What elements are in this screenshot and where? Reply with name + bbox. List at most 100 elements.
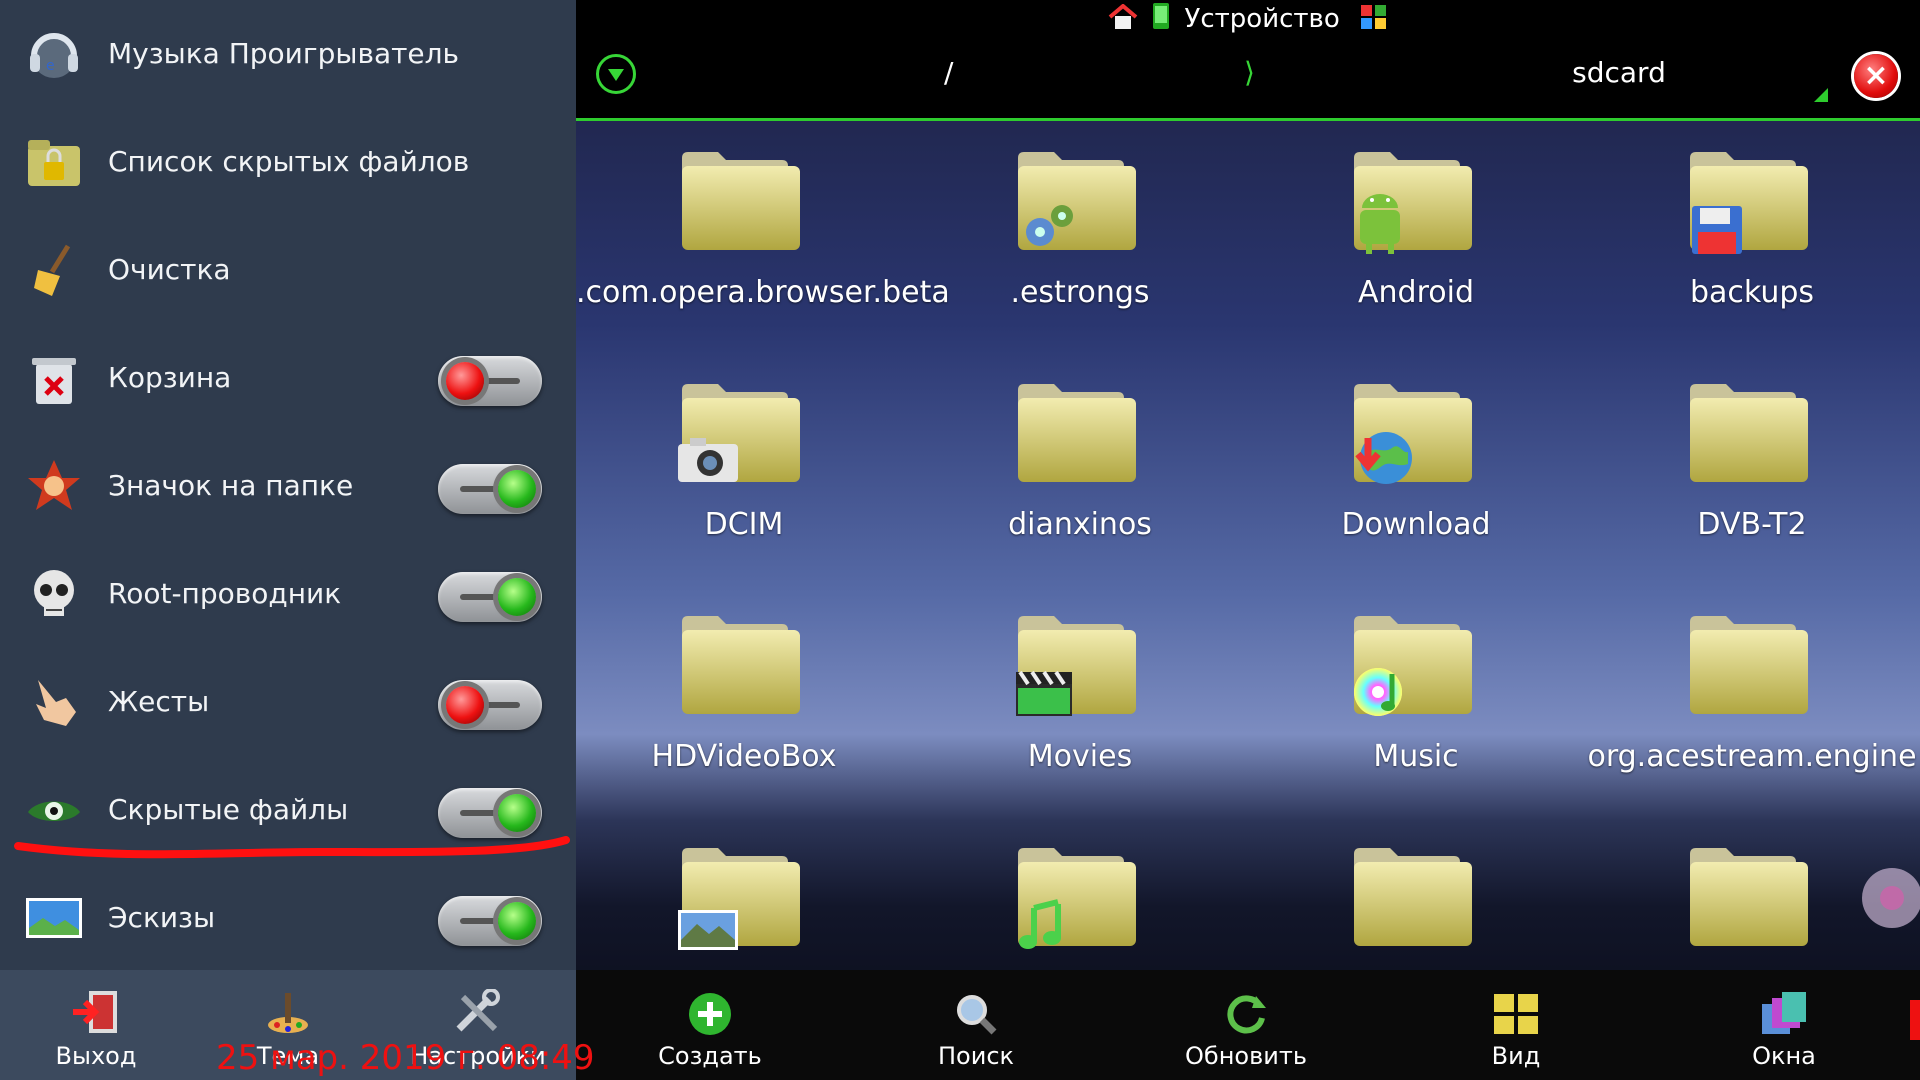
- folder-name: dianxinos: [1008, 507, 1152, 542]
- path-root[interactable]: /: [944, 56, 953, 89]
- datetime-overlay: 25 мар. 2019 г. 08:49: [216, 1038, 595, 1078]
- sidebar-item-hidden-list[interactable]: Список скрытых файлов: [0, 108, 576, 216]
- more-arrow-icon[interactable]: [1910, 1000, 1920, 1040]
- sidebar-item-label: Музыка Проигрыватель: [108, 37, 460, 70]
- path-dropdown-corner-icon[interactable]: [1814, 88, 1828, 102]
- folder-name: HDVideoBox: [651, 739, 837, 774]
- refresh-icon: [1218, 990, 1274, 1038]
- create-button[interactable]: Создать: [610, 970, 810, 1080]
- sidebar-item-cleanup[interactable]: Очистка: [0, 216, 576, 324]
- folder-item[interactable]: .com.opera.browser.beta: [576, 126, 950, 356]
- hand-icon: [24, 670, 84, 734]
- folder-name: .estrongs: [1010, 275, 1150, 310]
- svg-text:e: e: [46, 58, 55, 74]
- folder-item[interactable]: backups: [1584, 126, 1920, 356]
- gears-folder-icon: [1012, 136, 1142, 256]
- folder-badge-toggle[interactable]: [438, 464, 542, 514]
- eye-icon: [24, 778, 84, 842]
- exit-icon: [68, 988, 124, 1036]
- sidebar-item-label: Список скрытых файлов: [108, 145, 470, 178]
- sidebar-item-recycle-bin[interactable]: Корзина: [0, 324, 576, 432]
- folder-item[interactable]: Music: [1248, 590, 1584, 820]
- thumbnails-toggle[interactable]: [438, 896, 542, 946]
- refresh-label: Обновить: [1185, 1042, 1307, 1070]
- folder-item[interactable]: DCIM: [576, 358, 912, 588]
- add-icon: [682, 990, 738, 1038]
- folder-item[interactable]: Movies: [912, 590, 1248, 820]
- create-label: Создать: [658, 1042, 762, 1070]
- folder-name: org.acestream.engine: [1587, 739, 1917, 774]
- sidebar-item-label: Жесты: [108, 685, 210, 718]
- root-explorer-toggle[interactable]: [438, 572, 542, 622]
- settings-tools-icon: [450, 988, 506, 1036]
- folder-name: .com.opera.browser.beta: [576, 275, 950, 310]
- exit-button[interactable]: Выход: [6, 970, 186, 1080]
- folder-item[interactable]: Download: [1248, 358, 1584, 588]
- device-title-row: Устройство: [576, 2, 1920, 34]
- file-browser-main: Устройство / ⟩ sdcard × .com.opera.brows…: [576, 0, 1920, 1080]
- skull-icon: [24, 562, 84, 626]
- home-icon[interactable]: [1108, 3, 1138, 30]
- camera-folder-icon: [676, 368, 806, 488]
- picture-folder-icon: [676, 832, 806, 952]
- windows-icon: [1756, 990, 1812, 1038]
- folder-icon: [1684, 368, 1814, 488]
- sidebar-item-hidden-files[interactable]: Скрытые файлы: [0, 756, 576, 864]
- folder-icon: [676, 136, 806, 256]
- folder-name: Download: [1341, 507, 1491, 542]
- floppy-folder-icon: [1684, 136, 1814, 256]
- lock-folder-icon: [24, 130, 84, 194]
- folder-icon: [1684, 600, 1814, 720]
- folder-name: backups: [1689, 275, 1815, 310]
- folder-name: Movies: [1027, 739, 1133, 774]
- fast-scroll-handle[interactable]: [1862, 868, 1920, 928]
- hidden-files-toggle[interactable]: [438, 788, 542, 838]
- view-label: Вид: [1491, 1042, 1541, 1070]
- path-current[interactable]: sdcard: [1504, 56, 1734, 89]
- path-bar: / ⟩ sdcard ×: [576, 34, 1920, 121]
- folder-item[interactable]: org.acestream.engine: [1584, 590, 1920, 820]
- path-menu-icon[interactable]: [596, 54, 636, 94]
- sidebar-item-gestures[interactable]: Жесты: [0, 648, 576, 756]
- folder-name: DCIM: [704, 507, 784, 542]
- badge-icon: [24, 454, 84, 518]
- main-toolbar: Создать Поиск Обновить Вид Окна: [576, 970, 1920, 1080]
- folder-name: DVB-T2: [1697, 507, 1807, 542]
- sidebar-item-root-explorer[interactable]: Root-проводник: [0, 540, 576, 648]
- android-folder-icon: [1348, 136, 1478, 256]
- sidebar-item-label: Эскизы: [108, 901, 216, 934]
- folder-icon: [676, 600, 806, 720]
- folder-icon: [1684, 832, 1814, 952]
- device-top-bar: Устройство: [576, 0, 1920, 34]
- device-title: Устройство: [1184, 4, 1340, 34]
- sidebar-item-folder-badge[interactable]: Значок на папке: [0, 432, 576, 540]
- sidebar-item-label: Очистка: [108, 253, 231, 286]
- folder-item[interactable]: HDVideoBox: [576, 590, 912, 820]
- windows-grid-icon[interactable]: [1360, 4, 1388, 30]
- windows-button[interactable]: Окна: [1684, 970, 1884, 1080]
- sidebar-item-label: Скрытые файлы: [108, 793, 349, 826]
- refresh-button[interactable]: Обновить: [1146, 970, 1346, 1080]
- folder-name: Android: [1358, 275, 1474, 310]
- folder-name: Music: [1373, 739, 1459, 774]
- recycle-bin-toggle[interactable]: [438, 356, 542, 406]
- headphones-icon: e: [24, 22, 84, 86]
- trash-icon: [24, 346, 84, 410]
- note-folder-icon: [1012, 832, 1142, 952]
- folder-item[interactable]: Android: [1248, 126, 1584, 356]
- folder-icon: [1012, 368, 1142, 488]
- view-button[interactable]: Вид: [1416, 970, 1616, 1080]
- search-icon: [948, 990, 1004, 1038]
- close-icon[interactable]: ×: [1854, 54, 1898, 98]
- search-button[interactable]: Поиск: [876, 970, 1076, 1080]
- folder-item[interactable]: DVB-T2: [1584, 358, 1920, 588]
- globe-folder-icon: [1348, 368, 1478, 488]
- search-label: Поиск: [937, 1042, 1015, 1070]
- phone-icon: [1152, 2, 1170, 29]
- clapper-folder-icon: [1012, 600, 1142, 720]
- folder-item[interactable]: .estrongs: [912, 126, 1248, 356]
- sidebar-item-music-player[interactable]: e Музыка Проигрыватель: [0, 0, 576, 108]
- sidebar-item-thumbnails[interactable]: Эскизы: [0, 864, 576, 972]
- gestures-toggle[interactable]: [438, 680, 542, 730]
- folder-item[interactable]: dianxinos: [912, 358, 1248, 588]
